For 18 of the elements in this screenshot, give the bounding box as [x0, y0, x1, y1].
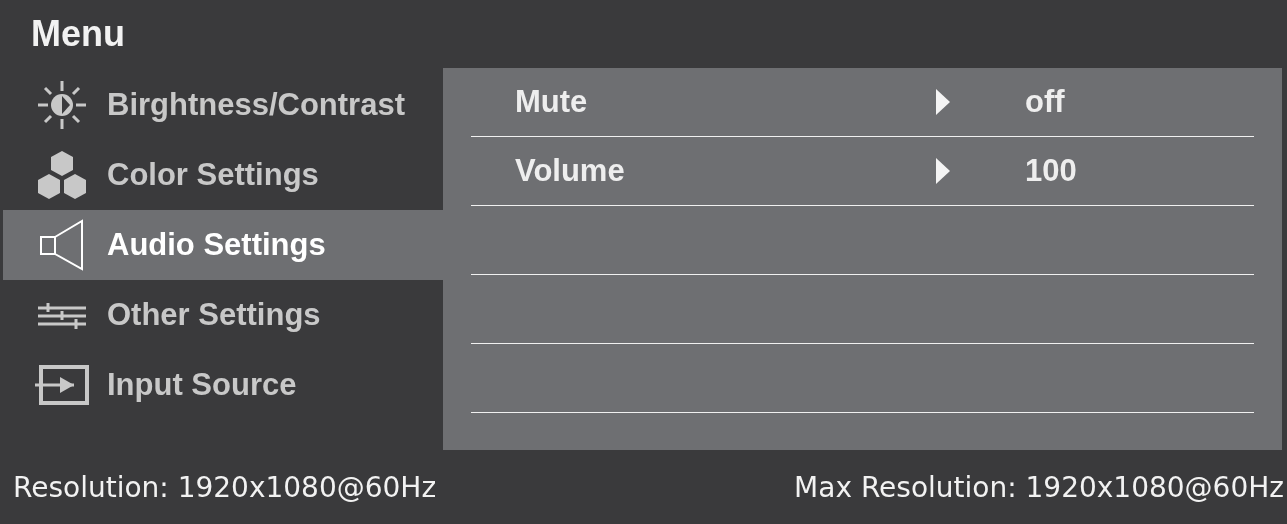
caret-icon	[935, 157, 951, 185]
option-value: off	[1025, 84, 1066, 120]
option-value: 100	[1025, 153, 1078, 189]
menu-title: Menu	[30, 12, 125, 56]
menu-item[interactable]: Input Source	[3, 350, 443, 420]
menu-item[interactable]: Birghtness/Contrast	[3, 70, 443, 140]
option-label[interactable]: Mute	[515, 84, 935, 120]
speaker-icon	[39, 219, 85, 271]
menu-item[interactable]: Audio Settings	[3, 210, 443, 280]
option-label[interactable]: Volume	[515, 153, 935, 189]
menu-item[interactable]: Color Settings	[3, 140, 443, 210]
resolution-text: Resolution: 1920x1080@60Hz	[13, 470, 437, 504]
input-source-icon	[34, 365, 90, 405]
caret-icon	[935, 88, 951, 116]
menu-item[interactable]: Other Settings	[3, 280, 443, 350]
brightness-icon	[36, 79, 88, 131]
max-resolution-text: Max Resolution: 1920x1080@60Hz	[794, 470, 1284, 504]
hexagons-icon	[36, 149, 88, 201]
